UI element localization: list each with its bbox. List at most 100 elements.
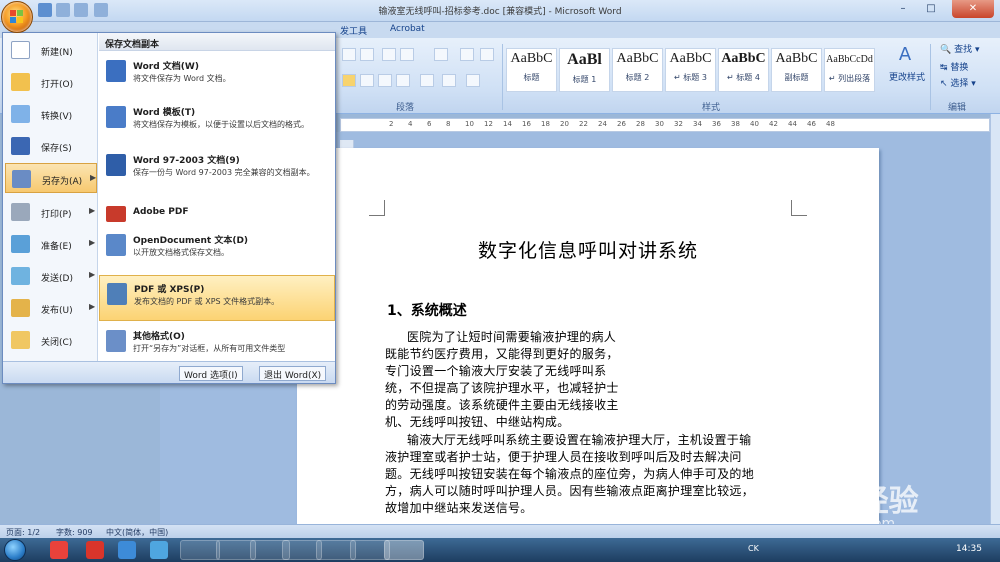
exit-word-button[interactable]: 退出 Word(X) (259, 366, 327, 381)
save-as-adobe-pdf[interactable]: Adobe PDF (99, 199, 335, 225)
decrease-indent-icon[interactable] (382, 48, 396, 61)
close-button[interactable]: ✕ (952, 0, 994, 18)
style-tile[interactable]: AaBbC ↵ 标题 4 (718, 48, 769, 92)
paragraph-line: 方，病人可以随时呼叫护理人员。因有些输液点距离护理室比较远， (385, 484, 755, 498)
paragraph-line: 既能节约医疗费用，又能得到更好的服务， (385, 347, 619, 361)
ie-icon[interactable] (118, 541, 136, 559)
word-count[interactable]: 字数: 909 (56, 527, 93, 538)
maximize-button[interactable]: □ (918, 0, 944, 18)
style-sample: AaBbC (616, 51, 659, 66)
align-left-icon[interactable] (342, 74, 356, 87)
browser-icon[interactable] (86, 541, 104, 559)
menu-item-label: 发布(U) (41, 306, 73, 316)
save-as-word-document[interactable]: Word 文档(W) 将文件保存为 Word 文档。 (99, 53, 335, 99)
save-as-word-template[interactable]: Word 模板(T) 将文档保存为模板，以便于设置以后文档的格式。 (99, 99, 335, 145)
crop-mark (791, 200, 807, 216)
send-icon (11, 267, 30, 285)
save-as-opendocument[interactable]: OpenDocument 文本(D) 以开放文档格式保存文档。 (99, 227, 335, 273)
horizontal-ruler[interactable]: 2 4 6 8 10 12 14 16 18 20 22 24 26 28 30 32 34 36 38 40 42 44… (340, 118, 990, 132)
save-as-submenu: 保存文档副本 Word 文档(W) 将文件保存为 Word 文档。 Word 模… (99, 33, 335, 361)
ruler-tick-label: 8 (446, 120, 451, 128)
submenu-arrow-icon: ▶ (89, 238, 96, 247)
title-bar: 输液室无线呼叫-招标参考.doc [兼容模式] - Microsoft Word… (0, 0, 1000, 22)
ruler-tick-label: 4 (408, 120, 413, 128)
style-sample: AaBbC (721, 51, 766, 66)
change-styles-icon[interactable]: A (892, 44, 918, 66)
document-page[interactable]: 数字化信息呼叫对讲系统 1、系统概述 医院为了让短时间需要输液护理的病人 既能节… (297, 148, 879, 528)
menu-item-send[interactable]: 发送(D) ▶ (5, 261, 97, 291)
menu-item-print[interactable]: 打印(P) ▶ (5, 197, 97, 227)
ruler-tick-label: 48 (826, 120, 835, 128)
chinese-layout-icon[interactable] (434, 48, 448, 61)
page-count[interactable]: 页面: 1/2 (6, 527, 40, 538)
word-document-icon (106, 60, 126, 82)
submenu-item-desc: 将文件保存为 Word 文档。 (133, 74, 231, 83)
submenu-item-desc: 保存一份与 Word 97-2003 完全兼容的文档副本。 (133, 168, 315, 177)
align-right-icon[interactable] (378, 74, 392, 87)
word-options-button[interactable]: Word 选项(I) (179, 366, 243, 381)
find-button[interactable]: 🔍 查找 ▾ (940, 42, 979, 55)
save-as-pdf-xps[interactable]: PDF 或 XPS(P) 发布文档的 PDF 或 XPS 文件格式副本。 (99, 275, 335, 321)
office-button[interactable] (1, 1, 33, 33)
menu-item-new[interactable]: 新建(N) (5, 35, 97, 65)
language-indicator[interactable]: 中文(简体，中国) (106, 527, 168, 538)
increase-indent-icon[interactable] (400, 48, 414, 61)
style-tile[interactable]: AaBbC 副标题 (771, 48, 822, 92)
submenu-item-desc: 打开“另存为”对话框，从所有可用文件类型 (133, 344, 286, 353)
borders-icon[interactable] (466, 74, 480, 87)
ruler-tick-label: 32 (674, 120, 683, 128)
style-tile[interactable]: AaBbC ↵ 标题 3 (665, 48, 716, 92)
style-name: 标题 1 (572, 75, 597, 84)
submenu-item-title: 其他格式(O) (133, 332, 185, 342)
style-tile[interactable]: AaBbC 标题 (506, 48, 557, 92)
save-as-other-formats[interactable]: 其他格式(O) 打开“另存为”对话框，从所有可用文件类型 (99, 323, 335, 359)
submenu-item-title: Adobe PDF (133, 207, 189, 217)
tab-acrobat[interactable]: Acrobat (390, 24, 425, 34)
style-tile[interactable]: AaBbCcDd ↵ 列出段落 (824, 48, 875, 92)
document-heading: 1、系统概述 (387, 303, 467, 319)
numbering-icon[interactable] (342, 48, 356, 61)
vertical-scrollbar[interactable] (990, 114, 1000, 524)
menu-item-save-as[interactable]: 另存为(A) ▶ (5, 163, 97, 193)
submenu-item-desc: 发布文档的 PDF 或 XPS 文件格式副本。 (134, 297, 280, 306)
menu-item-label: 另存为(A) (42, 177, 83, 187)
menu-item-convert[interactable]: 转换(V) (5, 99, 97, 129)
sort-icon[interactable] (460, 48, 474, 61)
submenu-item-desc: 以开放文档格式保存文档。 (133, 248, 229, 257)
align-center-icon[interactable] (360, 74, 374, 87)
word-97-icon (106, 154, 126, 176)
style-tile[interactable]: AaBbC 标题 2 (612, 48, 663, 92)
show-marks-icon[interactable] (480, 48, 494, 61)
ruler-tick-label: 6 (427, 120, 432, 128)
printer-icon (11, 203, 30, 221)
justify-icon[interactable] (396, 74, 410, 87)
input-language[interactable]: CK (748, 544, 759, 553)
style-tile[interactable]: AaBl 标题 1 (559, 48, 610, 92)
line-spacing-icon[interactable] (420, 74, 434, 87)
paragraph-line: 题。无线呼叫按钮安装在每个输液点的座位旁，为病人伸手可及的地 (385, 467, 755, 481)
style-sample: AaBbCcDd (826, 54, 873, 65)
change-styles-button[interactable]: 更改样式 (889, 70, 925, 83)
menu-item-open[interactable]: 打开(O) (5, 67, 97, 97)
multilevel-list-icon[interactable] (360, 48, 374, 61)
qq-icon[interactable] (50, 541, 68, 559)
menu-item-publish[interactable]: 发布(U) ▶ (5, 293, 97, 323)
paragraph-line: 故增加中继站来发送信号。 (385, 501, 533, 515)
close-folder-icon (11, 331, 30, 349)
taskbar-word[interactable] (384, 540, 424, 560)
submenu-arrow-icon: ▶ (89, 302, 96, 311)
taskbar-app[interactable] (180, 540, 220, 560)
clock[interactable]: 14:35 (956, 544, 982, 554)
start-button[interactable] (4, 539, 26, 561)
tab-developer[interactable]: 发工具 (340, 24, 367, 37)
save-as-word-97-2003[interactable]: Word 97-2003 文档(9) 保存一份与 Word 97-2003 完全… (99, 147, 335, 193)
replace-button[interactable]: ↹ 替换 (940, 60, 968, 73)
select-button[interactable]: ↖ 选择 ▾ (940, 76, 976, 89)
group-separator (930, 44, 931, 110)
menu-item-save[interactable]: 保存(S) (5, 131, 97, 161)
shading-icon[interactable] (442, 74, 456, 87)
menu-item-prepare[interactable]: 准备(E) ▶ (5, 229, 97, 259)
media-icon[interactable] (150, 541, 168, 559)
menu-item-close[interactable]: 关闭(C) (5, 325, 97, 355)
minimize-button[interactable]: – (890, 0, 916, 18)
